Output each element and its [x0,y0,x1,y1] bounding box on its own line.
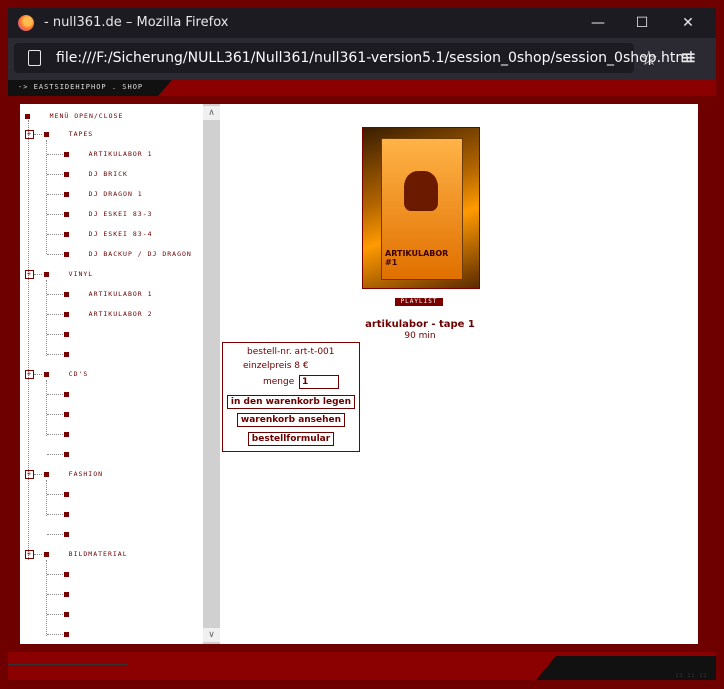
tree-category-bildmaterial[interactable]: BILDMATERIAL [44,550,128,560]
firefox-logo-icon [18,15,34,31]
tree-guide-line [46,140,47,254]
quantity-label: menge [263,377,295,387]
tree-item[interactable] [64,450,69,460]
window-title: - null361.de – Mozilla Firefox [44,15,229,30]
tree-item-label: ARTIKULABOR 2 [88,310,153,318]
page-content: MENÜ OPEN/CLOSE + TAPES ARTIKULABOR 1 DJ… [20,104,698,644]
url-text[interactable]: file:///F:/Sicherung/NULL361/Null361/nul… [56,50,693,66]
quantity-input[interactable]: 1 [299,375,339,389]
product-duration: 90 min [404,331,436,341]
tree-root-label: MENÜ OPEN/CLOSE [49,112,124,120]
tree-category-vinyl[interactable]: VINYL [44,270,93,280]
tree-item-label: ARTIKULABOR 1 [88,150,153,158]
address-bar[interactable]: file:///F:/Sicherung/NULL361/Null361/nul… [14,43,693,73]
tree-item[interactable] [64,530,69,540]
tree-item[interactable] [64,350,69,360]
order-form: bestell-nr. art-t-001 einzelpreis 8 € me… [222,342,360,452]
tree-item[interactable]: DJ BACKUP / DJ DRAGON [64,250,192,260]
tree-item[interactable]: DJ BRICK [64,170,128,180]
tree-item[interactable] [64,510,69,520]
navigation-bar: file:///F:/Sicherung/NULL361/Null361/nul… [8,38,716,80]
hamburger-menu-icon[interactable]: ≡ [680,45,697,69]
tree-item-label: DJ BACKUP / DJ DRAGON [88,250,192,258]
tree-item[interactable]: ARTIKULABOR 2 [64,310,153,320]
browser-window: - null361.de – Mozilla Firefox — ☐ ✕ fil… [0,0,724,689]
product-cover-image: ARTIKULABOR #1 [362,127,480,289]
tree-category-tapes[interactable]: TAPES [44,130,93,140]
order-form-button[interactable]: bestellformular [248,432,334,446]
order-number: bestell-nr. art-t-001 [247,347,335,357]
cassette-art: ARTIKULABOR #1 [381,138,463,280]
category-label: VINYL [68,270,94,278]
tree-item-label: DJ DRAGON 1 [88,190,143,198]
minimize-button[interactable]: — [578,12,618,34]
expand-tapes-icon[interactable]: + [25,130,34,139]
page-icon [28,50,41,66]
tree-item[interactable] [64,330,69,340]
tree-item[interactable]: DJ ESKEI 83-3 [64,210,153,220]
breadcrumb: -> EASTSIDEHIPHOP . SHOP [18,83,144,91]
tree-item-label: DJ BRICK [88,170,128,178]
footer-tab: :: :: :: [536,656,716,680]
title-bar: - null361.de – Mozilla Firefox — ☐ ✕ [8,8,716,38]
tree-item[interactable]: DJ DRAGON 1 [64,190,143,200]
footer-line [8,664,128,665]
tree-item[interactable]: DJ ESKEI 83-4 [64,230,153,240]
scroll-down-icon[interactable]: ∨ [203,628,220,642]
footer-dots: :: :: :: [676,672,708,679]
category-label: CD'S [68,370,89,378]
header-tab: -> EASTSIDEHIPHOP . SHOP [8,80,172,96]
tree-item[interactable] [64,570,69,580]
tree-root[interactable]: MENÜ OPEN/CLOSE [25,112,123,122]
tree-item-label: DJ ESKEI 83-3 [88,210,153,218]
tree-guide-line [46,560,47,636]
unit-price: einzelpreis 8 € [243,361,309,371]
playlist-button[interactable]: PLAYLIST [395,298,443,306]
tree-item[interactable] [64,610,69,620]
menu-tree: MENÜ OPEN/CLOSE + TAPES ARTIKULABOR 1 DJ… [20,104,202,644]
expand-fashion-icon[interactable]: + [25,470,34,479]
bookmark-star-icon[interactable]: ☆ [640,46,658,70]
add-to-cart-button[interactable]: in den warenkorb legen [227,395,355,409]
tree-guide-line [46,480,47,516]
cover-figure [404,171,438,211]
product-title: artikulabor - tape 1 [365,319,475,330]
category-label: FASHION [68,470,104,478]
tree-item-label: ARTIKULABOR 1 [88,290,153,298]
view-cart-button[interactable]: warenkorb ansehen [237,413,345,427]
tree-item[interactable] [64,630,69,640]
site-footer-strip: :: :: :: [8,652,716,680]
tree-item[interactable]: ARTIKULABOR 1 [64,290,153,300]
tree-item[interactable] [64,410,69,420]
expand-bildmaterial-icon[interactable]: + [25,550,34,559]
tree-category-cds[interactable]: CD'S [44,370,88,380]
tree-item[interactable]: ARTIKULABOR 1 [64,150,153,160]
tree-guide-line [46,380,47,436]
maximize-button[interactable]: ☐ [622,12,662,34]
tree-guide-line [46,280,47,356]
expand-vinyl-icon[interactable]: + [25,270,34,279]
category-label: TAPES [68,130,94,138]
close-button[interactable]: ✕ [668,12,708,34]
tree-scrollbar[interactable]: ∧ ∨ [203,104,220,644]
expand-cds-icon[interactable]: + [25,370,34,379]
tree-item[interactable] [64,490,69,500]
cover-label: ARTIKULABOR #1 [385,249,449,267]
scroll-up-icon[interactable]: ∧ [203,106,220,120]
tree-guide-line [28,120,29,560]
tree-item[interactable] [64,430,69,440]
category-label: BILDMATERIAL [68,550,128,558]
tree-item-label: DJ ESKEI 83-4 [88,230,153,238]
tree-category-fashion[interactable]: FASHION [44,470,103,480]
site-header-strip: -> EASTSIDEHIPHOP . SHOP [8,80,716,96]
tree-item[interactable] [64,390,69,400]
tree-item[interactable] [64,590,69,600]
